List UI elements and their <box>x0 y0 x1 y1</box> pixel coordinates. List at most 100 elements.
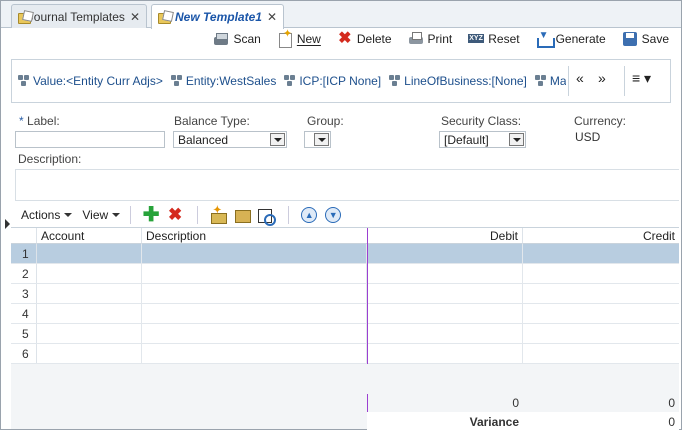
table-row[interactable]: 2 <box>11 264 679 284</box>
account-cell[interactable] <box>37 264 142 283</box>
description-cell[interactable] <box>142 284 367 303</box>
save-button[interactable]: Save <box>622 31 669 47</box>
dimension-icon <box>389 75 401 87</box>
new-icon <box>277 27 293 48</box>
print-button[interactable]: Print <box>408 31 453 47</box>
tab-journal-templates[interactable]: Journal Templates ✕ <box>11 4 147 28</box>
debit-cell[interactable] <box>368 344 523 363</box>
security-class-select[interactable]: [Default] <box>439 131 526 148</box>
delete-row-icon[interactable]: ✖ <box>166 206 184 224</box>
journal-template-window: Journal Templates ✕ New Template1 ✕ Scan… <box>0 0 682 430</box>
copy-line-icon[interactable] <box>233 206 252 224</box>
save-label: Save <box>641 32 669 46</box>
debit-cell[interactable] <box>368 284 523 303</box>
reset-button[interactable]: Reset <box>468 31 520 47</box>
credit-cell[interactable] <box>523 304 679 323</box>
table-row[interactable]: 1 <box>11 244 679 264</box>
description-label: Description: <box>18 152 82 166</box>
row-number: 3 <box>11 284 37 303</box>
account-cell[interactable] <box>37 324 142 343</box>
find-icon[interactable] <box>257 206 277 226</box>
description-cell[interactable] <box>142 304 367 323</box>
table-row[interactable]: 3 <box>11 284 679 304</box>
column-splitter[interactable] <box>367 228 368 364</box>
security-class-value: [Default] <box>444 133 489 147</box>
pane-expand-icon[interactable] <box>5 219 10 229</box>
credit-cell[interactable] <box>523 324 679 343</box>
save-icon <box>622 31 638 47</box>
column-header-debit[interactable]: Debit <box>368 228 523 244</box>
dimension-icon <box>170 75 183 87</box>
chevron-down-icon[interactable] <box>270 133 285 146</box>
credit-cell[interactable] <box>523 284 679 303</box>
balance-type-select[interactable]: Balanced <box>173 131 287 148</box>
account-cell[interactable] <box>37 344 142 363</box>
pov-item-label: Markets <box>549 74 566 88</box>
debit-cell[interactable] <box>368 244 523 263</box>
account-cell[interactable] <box>37 284 142 303</box>
row-header-corner <box>11 228 37 244</box>
label-caption: Label: <box>27 114 60 128</box>
pov-item-entity[interactable]: Entity:WestSales <box>170 74 276 88</box>
pov-item-value[interactable]: Value:<Entity Curr Adjs> <box>18 74 163 88</box>
pov-items: Value:<Entity Curr Adjs> Entity:WestSale… <box>18 74 566 88</box>
description-cell[interactable] <box>142 344 367 363</box>
pov-item-markets[interactable]: Markets <box>534 74 566 88</box>
pov-menu-icon[interactable]: ≡ ▾ <box>632 70 651 87</box>
row-number: 4 <box>11 304 37 323</box>
debit-cell[interactable] <box>368 264 523 283</box>
table-row[interactable]: 4 <box>11 304 679 324</box>
new-line-icon[interactable] <box>209 202 228 224</box>
group-select[interactable] <box>304 131 331 148</box>
account-cell[interactable] <box>37 304 142 323</box>
account-cell[interactable] <box>37 244 142 263</box>
chevron-down-icon[interactable] <box>314 133 329 146</box>
new-label: New <box>296 32 321 46</box>
description-cell[interactable] <box>142 324 367 343</box>
description-textarea[interactable] <box>15 169 679 201</box>
column-header-account[interactable]: Account <box>37 228 142 244</box>
close-tab-icon[interactable]: ✕ <box>130 10 140 24</box>
description-cell[interactable] <box>142 244 367 263</box>
dimension-icon <box>284 75 296 87</box>
label-input[interactable] <box>15 131 165 148</box>
credit-cell[interactable] <box>523 344 679 363</box>
table-row[interactable]: 5 <box>11 324 679 344</box>
pov-item-line-of-business[interactable]: LineOfBusiness:[None] <box>389 74 527 88</box>
debit-cell[interactable] <box>368 304 523 323</box>
move-up-icon[interactable]: ▲ <box>301 207 318 223</box>
column-header-description[interactable]: Description <box>142 228 367 244</box>
view-menu[interactable]: View <box>82 208 121 222</box>
print-icon <box>408 31 424 47</box>
credit-cell[interactable] <box>523 244 679 263</box>
pov-item-icp[interactable]: ICP:[ICP None] <box>284 74 381 88</box>
tab-new-template[interactable]: New Template1 ✕ <box>151 4 284 29</box>
delete-button[interactable]: ✖ Delete <box>337 31 391 47</box>
debit-cell[interactable] <box>368 324 523 343</box>
debit-total: 0 <box>512 396 519 410</box>
new-button[interactable]: New <box>277 27 321 48</box>
scroll-right-icon[interactable]: » <box>598 70 606 86</box>
close-tab-icon[interactable]: ✕ <box>267 10 277 24</box>
chevron-down-icon[interactable] <box>509 133 524 146</box>
actions-menu[interactable]: Actions <box>21 208 73 222</box>
scan-label: Scan <box>233 32 261 46</box>
generate-button[interactable]: Generate <box>536 30 606 48</box>
table-row[interactable]: 6 <box>11 344 679 364</box>
print-label: Print <box>427 32 453 46</box>
scroll-left-icon[interactable]: « <box>576 70 584 86</box>
add-row-icon[interactable]: ✚ <box>142 205 160 225</box>
scan-button[interactable]: Scan <box>213 31 261 47</box>
row-number: 1 <box>11 244 37 263</box>
label-field-label: * Label: <box>19 114 60 128</box>
move-down-icon[interactable]: ▼ <box>325 207 342 223</box>
credit-cell[interactable] <box>523 264 679 283</box>
column-header-credit[interactable]: Credit <box>523 228 679 244</box>
pov-bar: Value:<Entity Curr Adjs> Entity:WestSale… <box>11 59 671 103</box>
row-number: 2 <box>11 264 37 283</box>
row-number: 6 <box>11 344 37 363</box>
group-label: Group: <box>307 114 344 128</box>
description-cell[interactable] <box>142 264 367 283</box>
tab-label: Journal Templates <box>27 9 125 24</box>
journal-template-icon <box>158 11 172 24</box>
